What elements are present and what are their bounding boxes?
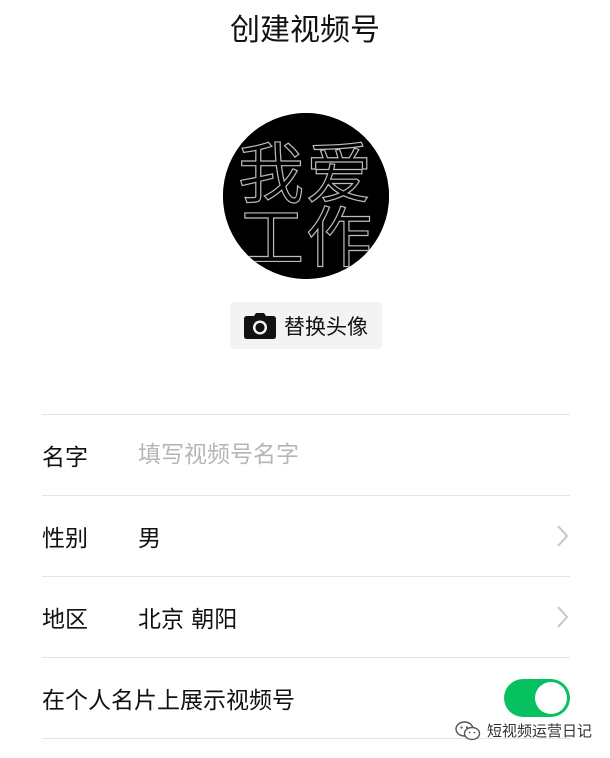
name-label: 名字 (42, 445, 88, 471)
watermark: 短视频运营日记 (455, 720, 592, 741)
avatar[interactable]: 我爱 工作 (223, 113, 389, 279)
chevron-right-icon (557, 606, 569, 628)
gender-value: 男 (138, 526, 161, 552)
show-on-card-toggle[interactable] (504, 679, 570, 717)
gender-row[interactable]: 性别 男 (42, 496, 570, 576)
wechat-icon (455, 720, 481, 740)
toggle-knob (535, 682, 567, 714)
gender-label: 性别 (42, 526, 88, 552)
avatar-text-line2: 工作 (238, 200, 374, 277)
page-title: 创建视频号 (230, 13, 380, 48)
chevron-right-icon (557, 525, 569, 547)
change-avatar-button[interactable]: 替换头像 (230, 302, 382, 349)
camera-icon (244, 312, 276, 339)
create-channel-page: 创建视频号 我爱 工作 替换头像 名字 性别 男 地区 北京 朝阳 (0, 0, 610, 758)
name-input[interactable] (138, 435, 570, 475)
avatar-image: 我爱 工作 (223, 113, 389, 279)
region-value: 北京 朝阳 (138, 607, 238, 633)
show-on-card-label: 在个人名片上展示视频号 (42, 688, 295, 714)
region-label: 地区 (42, 607, 88, 633)
name-row[interactable]: 名字 (42, 415, 570, 495)
region-row[interactable]: 地区 北京 朝阳 (42, 577, 570, 657)
change-avatar-label: 替换头像 (284, 314, 368, 339)
watermark-text: 短视频运营日记 (486, 722, 592, 740)
